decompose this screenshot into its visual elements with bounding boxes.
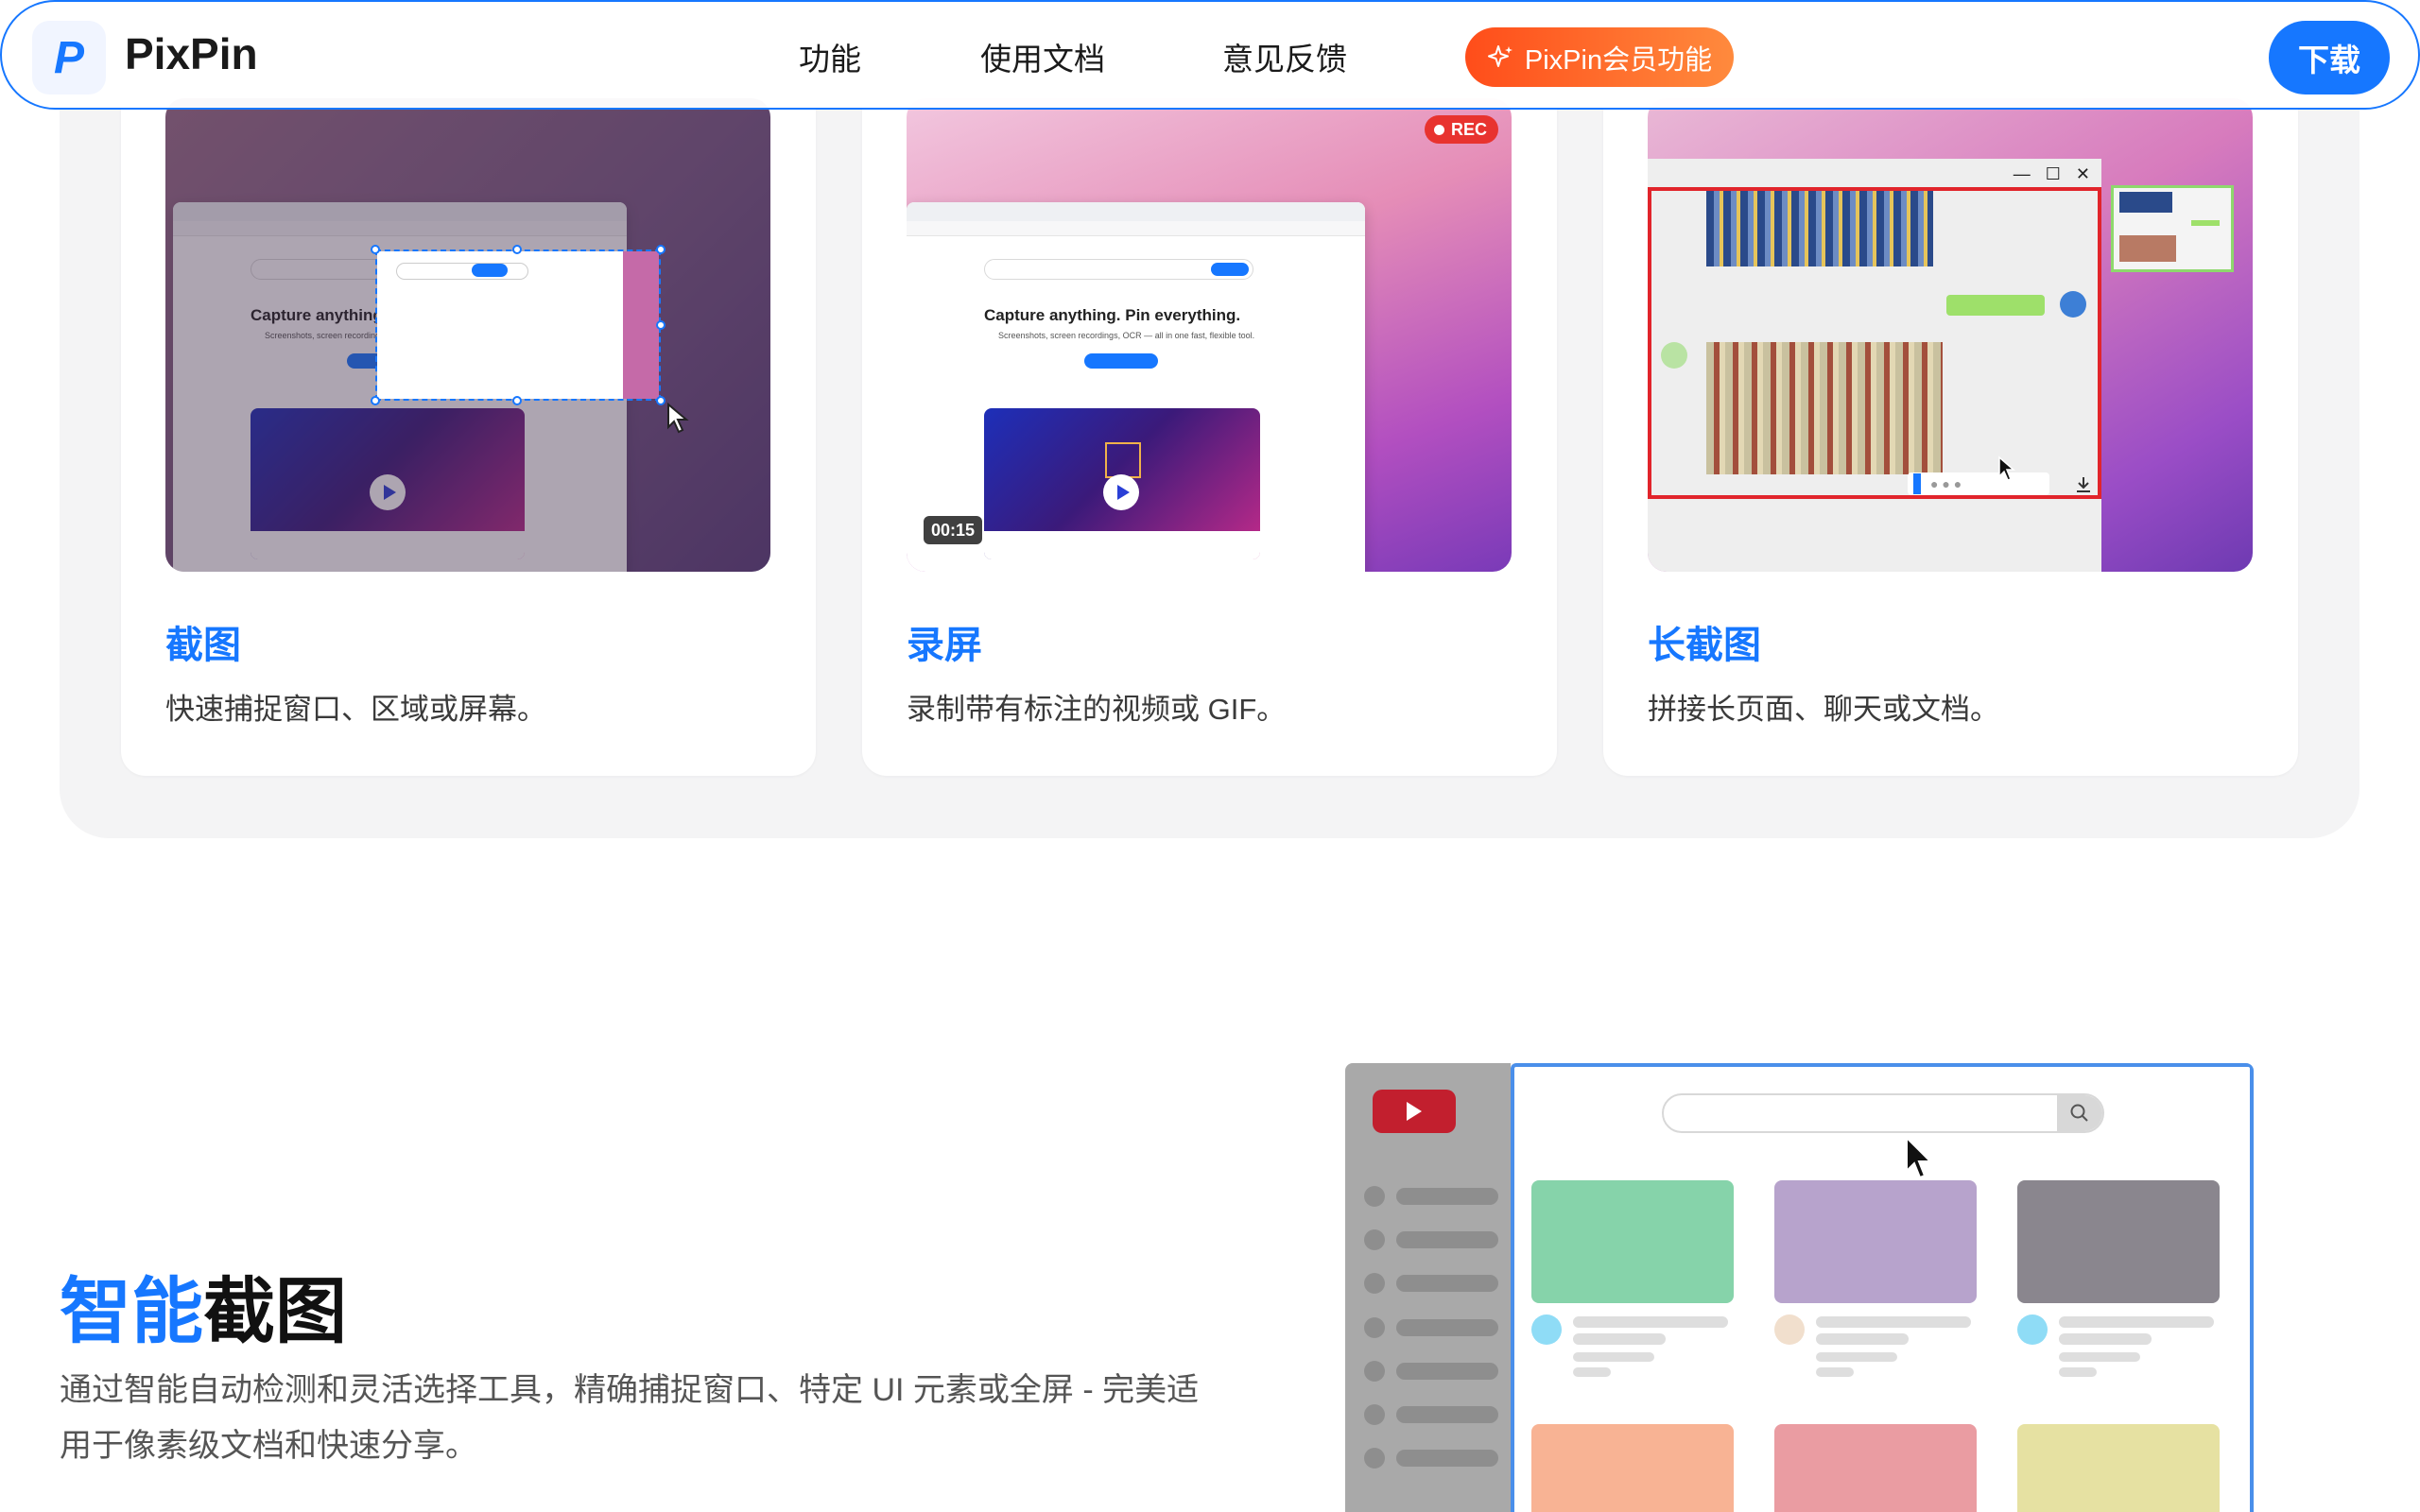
minimize-icon[interactable]: —: [2014, 164, 2031, 184]
feature-card-screenshot[interactable]: Capture anything. Pin everything. Screen…: [121, 0, 816, 776]
video-thumbnail[interactable]: [2017, 1180, 2220, 1303]
smart-section-desc: 通过智能自动检测和灵活选择工具，精确捕捉窗口、特定 UI 元素或全屏 - 完美适…: [60, 1372, 1200, 1464]
video-thumbnail[interactable]: [1531, 1180, 1734, 1303]
nav-link-docs[interactable]: 使用文档: [980, 34, 1105, 79]
nav-link-features[interactable]: 功能: [799, 34, 861, 79]
long-screenshot-preview: — ☐ ✕ ● ● ●: [1648, 98, 2253, 572]
card-desc: 录制带有标注的视频或 GIF。: [907, 693, 1287, 726]
search-icon[interactable]: [2057, 1095, 2102, 1131]
thumbnail-preview: [2111, 185, 2234, 272]
top-navbar: P PixPin 功能 使用文档 意见反馈 PixPin会员功能 下载: [0, 0, 2420, 110]
smart-section-title: 智能截图: [60, 1272, 347, 1352]
cursor-icon: [1906, 1135, 1933, 1179]
video-thumbnail[interactable]: [1531, 1424, 1734, 1512]
rec-badge: REC: [1424, 115, 1498, 144]
card-desc: 快速捕捉窗口、区域或屏幕。: [165, 693, 546, 726]
smart-capture-demo: [1345, 1063, 2254, 1512]
card-title: 截图: [165, 625, 241, 666]
maximize-icon[interactable]: ☐: [2046, 164, 2061, 184]
vip-features-button[interactable]: PixPin会员功能: [1465, 27, 1734, 87]
brand-name[interactable]: PixPin: [125, 28, 258, 79]
feature-card-recording[interactable]: REC Capture anything. Pin everything. Sc…: [862, 0, 1557, 776]
card-desc: 拼接长页面、聊天或文档。: [1648, 693, 1999, 726]
card-title: 长截图: [1648, 625, 1761, 666]
mini-subline: Screenshots, screen recordings, OCR — al…: [998, 331, 1255, 340]
mock-search-input[interactable]: [1662, 1093, 2104, 1133]
mini-headline: Capture anything. Pin everything.: [984, 306, 1241, 324]
feature-card-long-screenshot[interactable]: — ☐ ✕ ● ● ● 长截图 拼接长页面、聊天或文档。: [1603, 0, 2298, 776]
video-thumbnail[interactable]: [1774, 1180, 1977, 1303]
record-timer: 00:15: [924, 516, 983, 544]
video-logo-icon: [1373, 1090, 1456, 1133]
screenshot-preview: Capture anything. Pin everything. Screen…: [165, 98, 770, 572]
capture-frame[interactable]: [1648, 187, 2101, 499]
download-icon[interactable]: [2073, 474, 2094, 495]
feature-section: Capture anything. Pin everything. Screen…: [60, 0, 2360, 838]
mock-main-panel[interactable]: [1511, 1063, 2254, 1512]
card-title: 录屏: [907, 625, 982, 666]
cursor-icon: [1998, 455, 2016, 481]
mock-sidebar: [1345, 1063, 1511, 1512]
pixpin-logo[interactable]: P: [32, 21, 106, 94]
video-thumbnail[interactable]: [1774, 1424, 1977, 1512]
close-icon[interactable]: ✕: [2076, 164, 2090, 184]
selection-box[interactable]: [375, 249, 661, 401]
download-button[interactable]: 下载: [2269, 21, 2390, 94]
sparkle-icon: [1487, 44, 1512, 67]
video-thumbnail[interactable]: [2017, 1424, 2220, 1512]
play-icon: [1103, 474, 1139, 510]
recording-preview: REC Capture anything. Pin everything. Sc…: [907, 98, 1512, 572]
cursor-icon: [667, 403, 689, 434]
mini-video: [984, 408, 1260, 559]
nav-link-feedback[interactable]: 意见反馈: [1222, 34, 1347, 79]
chat-window: — ☐ ✕ ● ● ●: [1648, 159, 2101, 572]
